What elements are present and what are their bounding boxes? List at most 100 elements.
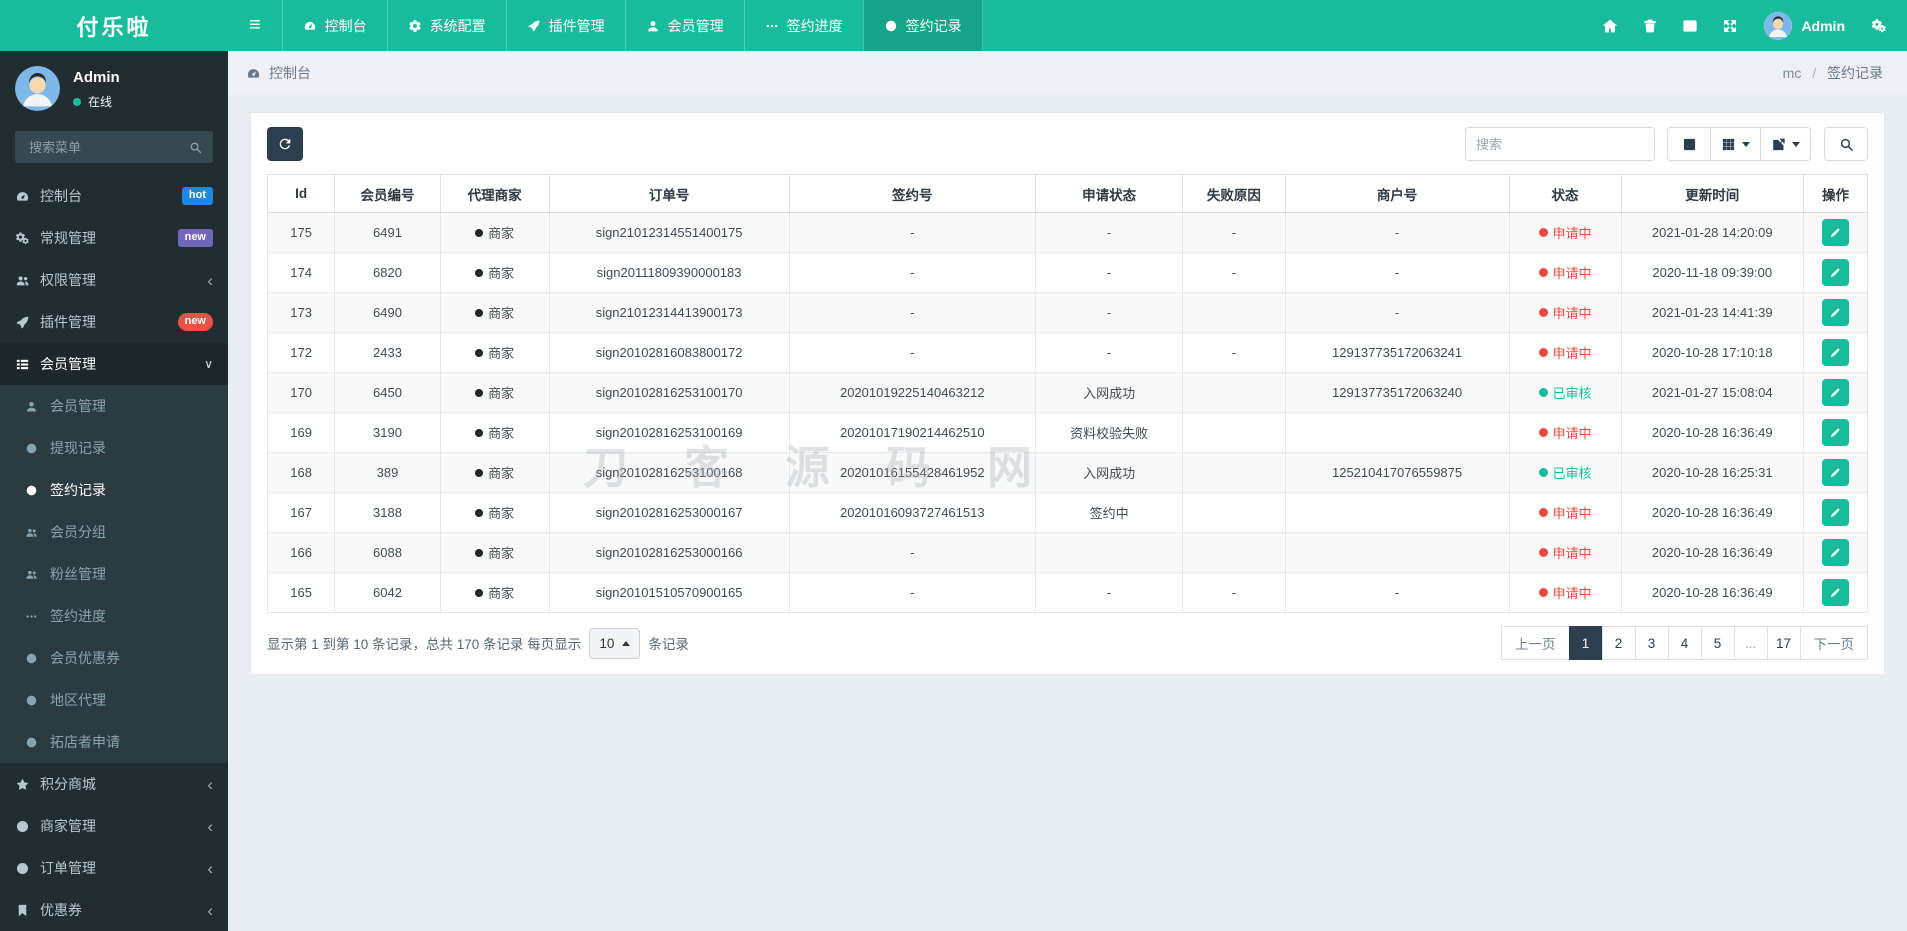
cell-member: 6490 xyxy=(334,292,441,333)
cell-agent: 商家 xyxy=(439,252,550,293)
sidebar-item-plugins[interactable]: 插件管理 new xyxy=(0,301,228,343)
export-button[interactable] xyxy=(1760,127,1811,161)
sidebar-item-member-coupons[interactable]: 会员优惠券 xyxy=(0,637,228,679)
page-17[interactable]: 17 xyxy=(1766,626,1801,660)
cell-fail-reason xyxy=(1182,452,1286,493)
page-ellipsis[interactable]: ... xyxy=(1733,626,1768,660)
sidebar-item-region-agents[interactable]: 地区代理 xyxy=(0,679,228,721)
agent-dot-icon xyxy=(475,548,484,557)
cell-status: 申请中 xyxy=(1508,412,1622,453)
search-icon[interactable] xyxy=(181,134,209,160)
edit-button[interactable] xyxy=(1821,499,1849,526)
cell-sign: 20201019225140463212 xyxy=(788,372,1036,413)
page-4[interactable]: 4 xyxy=(1667,626,1702,660)
settings-icon[interactable] xyxy=(1859,18,1899,34)
sidebar-item-fans[interactable]: 粉丝管理 xyxy=(0,553,228,595)
sidebar-item-sign-progress[interactable]: 签约进度 xyxy=(0,595,228,637)
edit-button[interactable] xyxy=(1821,259,1849,286)
search-button[interactable] xyxy=(1824,127,1868,161)
sidebar-item-shop-applications[interactable]: 拓店者申请 xyxy=(0,721,228,763)
edit-button[interactable] xyxy=(1821,459,1849,486)
top-tab-sign-progress[interactable]: 签约进度 xyxy=(743,0,863,51)
sidebar-item-coupons[interactable]: 优惠券 ‹ xyxy=(0,889,228,931)
sidebar-item-console[interactable]: 控制台 hot xyxy=(0,175,228,217)
pagination-summary: 显示第 1 到第 10 条记录，总共 170 条记录 每页显示 10 条记录 xyxy=(267,627,689,659)
sidebar-item-withdraw-records[interactable]: 提现记录 xyxy=(0,427,228,469)
cell-id: 166 xyxy=(266,532,336,573)
cell-fail-reason xyxy=(1182,532,1286,573)
table-row: 165 6042 商家 sign20101510570900165- - - - 申请中 202… xyxy=(266,572,1869,613)
caret-down-icon xyxy=(1742,141,1750,147)
refresh-button[interactable] xyxy=(267,127,303,161)
edit-button[interactable] xyxy=(1821,299,1849,326)
cell-status: 申请中 xyxy=(1508,332,1622,373)
circle-icon xyxy=(25,651,39,665)
sidebar-item-sign-records[interactable]: 签约记录 xyxy=(0,469,228,511)
edit-button[interactable] xyxy=(1821,219,1849,246)
breadcrumb-console-link[interactable]: 控制台 xyxy=(246,63,311,83)
expand-icon[interactable] xyxy=(1710,18,1750,34)
image-icon[interactable] xyxy=(1670,18,1710,34)
page-3[interactable]: 3 xyxy=(1634,626,1669,660)
sidebar-item-orders[interactable]: 订单管理 ‹ xyxy=(0,847,228,889)
cell-sign: - xyxy=(788,252,1036,293)
edit-button[interactable] xyxy=(1821,539,1849,566)
agent-dot-icon xyxy=(475,228,484,237)
top-tab-plugins[interactable]: 插件管理 xyxy=(505,0,625,51)
top-tab-console[interactable]: 控制台 xyxy=(281,0,387,51)
agent-dot-icon xyxy=(475,428,484,437)
breadcrumb-parent: mc xyxy=(1782,65,1802,81)
columns-button[interactable] xyxy=(1710,127,1761,161)
table-row: 166 6088 商家 sign20102816253000166- 申请中 2020-1… xyxy=(266,532,1869,573)
content: 刀客源码网 搜索 Id 会员编号 代理商家 订单号 签约号 申请状态 失败原因 … xyxy=(228,95,1907,692)
cell-app-status: 资料校验失败 xyxy=(1034,412,1184,453)
sidebar-item-general[interactable]: 常规管理 new xyxy=(0,217,228,259)
sidebar-search-input[interactable] xyxy=(27,138,181,156)
edit-button[interactable] xyxy=(1821,379,1849,406)
cell-member: 6820 xyxy=(334,252,441,293)
page-2[interactable]: 2 xyxy=(1601,626,1636,660)
table-search-input[interactable] xyxy=(1465,127,1655,161)
cell-order: sign20102816253000167 xyxy=(548,492,790,533)
cell-fail-reason xyxy=(1182,492,1286,533)
sidebar-item-member-list[interactable]: 会员管理 xyxy=(0,385,228,427)
page-size-select[interactable]: 10 xyxy=(589,627,641,659)
status-dot-icon xyxy=(1538,548,1548,557)
circle-icon xyxy=(15,861,29,875)
cell-agent: 商家 xyxy=(439,452,550,493)
top-tab-members[interactable]: 会员管理 xyxy=(624,0,744,51)
top-tab-sign-records[interactable]: 签约记录 xyxy=(862,0,983,51)
sidebar-item-members[interactable]: 会员管理 ∨ xyxy=(0,343,228,385)
page-next[interactable]: 下一页 xyxy=(1799,626,1868,660)
top-tab-system-config[interactable]: 系统配置 xyxy=(386,0,506,51)
sidebar-user-status: 在线 xyxy=(73,93,120,110)
submenu-members: 会员管理 提现记录 签约记录 会员分组 粉丝管理 签约进度 会员优惠券 地区代理 拓店者申请 xyxy=(0,385,228,763)
table-row: 175 6491 商家 sign21012314551400175- - - - 申请中 202… xyxy=(266,212,1869,253)
sidebar-item-merchants[interactable]: 商家管理 ‹ xyxy=(0,805,228,847)
sidebar-item-member-groups[interactable]: 会员分组 xyxy=(0,511,228,553)
edit-button[interactable] xyxy=(1821,339,1849,366)
sidebar-item-points-mall[interactable]: 积分商城 ‹ xyxy=(0,763,228,805)
caret-up-icon xyxy=(622,640,631,646)
cell-fail-reason: - xyxy=(1182,572,1286,613)
user-menu[interactable]: Admin xyxy=(1750,11,1859,40)
edit-button[interactable] xyxy=(1821,579,1849,606)
gear-icon xyxy=(408,19,422,33)
sidebar-toggle-icon[interactable]: ≡ xyxy=(228,0,282,51)
table-row: 174 6820 商家 sign20111809390000183- - - - 申请中 202… xyxy=(266,252,1869,293)
edit-button[interactable] xyxy=(1821,419,1849,446)
sidebar-item-permissions[interactable]: 权限管理 ‹ xyxy=(0,259,228,301)
cell-actions xyxy=(1802,412,1869,453)
circle-icon xyxy=(25,735,39,749)
circle-icon xyxy=(25,483,39,497)
home-icon[interactable] xyxy=(1590,18,1630,34)
cell-id: 169 xyxy=(266,412,336,453)
toggle-view-button[interactable] xyxy=(1667,127,1711,161)
page-5[interactable]: 5 xyxy=(1700,626,1735,660)
page-prev[interactable]: 上一页 xyxy=(1501,626,1570,660)
cell-order: sign20102816253100170 xyxy=(548,372,790,413)
topbar-right: Admin xyxy=(1590,0,1907,51)
page-1[interactable]: 1 xyxy=(1568,626,1603,660)
trash-icon[interactable] xyxy=(1630,18,1670,34)
agent-dot-icon xyxy=(475,468,484,477)
